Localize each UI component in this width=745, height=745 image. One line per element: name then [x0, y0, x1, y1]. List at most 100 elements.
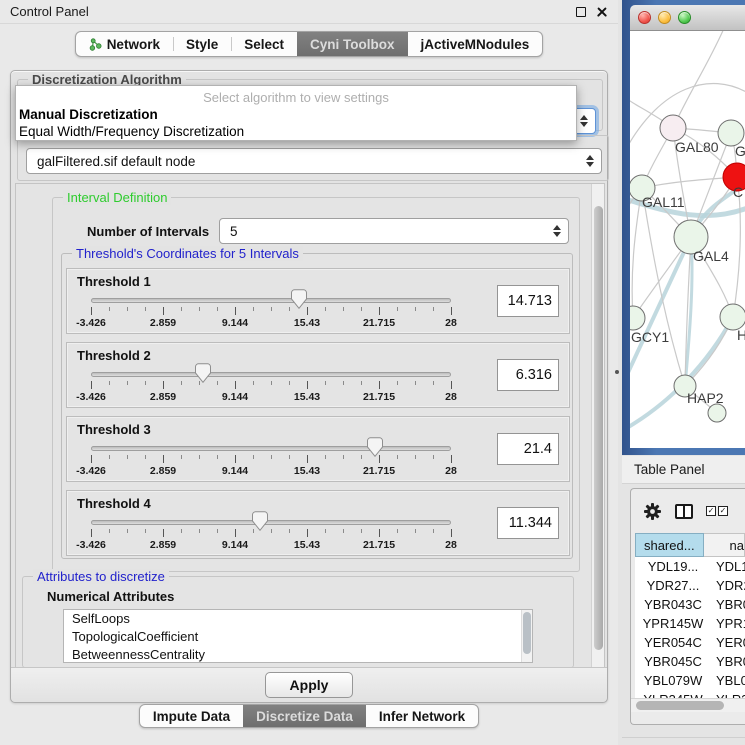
attributes-group-title: Attributes to discretize	[33, 569, 169, 584]
table-row[interactable]: YDR27...YDR2	[635, 576, 745, 595]
network-view-canvas[interactable]: GAL80GACGAL11GAL4GCY1HHAP2	[630, 31, 745, 448]
close-traffic-light-icon[interactable]	[638, 11, 651, 24]
tab-label: Impute Data	[153, 709, 230, 724]
slider-track[interactable]	[91, 298, 451, 303]
slider-tick-labels: -3.4262.8599.14415.4321.71528	[91, 317, 451, 329]
network-node[interactable]	[660, 115, 686, 141]
columns-icon[interactable]	[675, 504, 693, 519]
tab-select[interactable]: Select	[231, 32, 297, 56]
list-scrollbar[interactable]	[521, 610, 532, 662]
number-of-intervals-label: Number of Intervals	[87, 224, 209, 239]
list-item[interactable]: TopologicalCoefficient	[64, 628, 532, 646]
table-panel-titlebar: Table Panel	[622, 456, 745, 484]
slider-track[interactable]	[91, 446, 451, 451]
apply-button[interactable]: Apply	[265, 672, 354, 698]
tab-label: Infer Network	[379, 709, 465, 724]
tab-network[interactable]: Network	[76, 32, 173, 56]
table-row[interactable]: YER054CYER0	[635, 633, 745, 652]
tab-discretize-data[interactable]: Discretize Data	[243, 705, 366, 727]
network-canvas-svg: GAL80GACGAL11GAL4GCY1HHAP2	[630, 31, 745, 448]
threshold-value-field[interactable]: 21.4	[497, 433, 559, 465]
table-data-select[interactable]: galFiltered.sif default node	[26, 148, 602, 174]
top-tabbar: Network Style Select Cyni Toolbox jActiv…	[0, 31, 618, 57]
tab-infer-network[interactable]: Infer Network	[366, 705, 478, 727]
network-node-label: GAL80	[675, 139, 719, 155]
interval-definition-group: Interval Definition Number of Intervals …	[52, 197, 580, 572]
numerical-attributes-list[interactable]: SelfLoopsTopologicalCoefficientBetweenne…	[63, 609, 533, 663]
dropdown-option-equal-width[interactable]: Equal Width/Frequency Discretization	[19, 124, 244, 139]
table-row[interactable]: YBR043CYBR0	[635, 595, 745, 614]
thresholds-group: Threshold's Coordinates for 5 Intervals …	[61, 253, 573, 559]
settings-scrollbar[interactable]	[591, 184, 604, 668]
tab-jactivemnodules[interactable]: jActiveMNodules	[408, 32, 543, 56]
number-of-intervals-value: 5	[230, 224, 550, 239]
threshold-label: Threshold 4	[77, 496, 151, 511]
node-table: shared... na YDL19...YDL1YDR27...YDR2YBR…	[635, 533, 745, 698]
slider-tick-labels: -3.4262.8599.14415.4321.71528	[91, 391, 451, 403]
apply-bar: Apply	[11, 667, 607, 702]
network-window-titlebar	[630, 5, 745, 31]
table-row[interactable]: YLR345WYLR3	[635, 690, 745, 698]
table-row[interactable]: YBL079WYBL0	[635, 671, 745, 690]
checkbox-icon: ✓	[706, 506, 716, 516]
network-node[interactable]	[630, 306, 645, 330]
threshold-value-field[interactable]: 14.713	[497, 285, 559, 317]
dropdown-hint: Select algorithm to view settings	[16, 90, 576, 105]
network-node-label: GCY1	[631, 329, 669, 345]
network-desktop: GAL80GACGAL11GAL4GCY1HHAP2	[622, 0, 745, 455]
threshold-value-field[interactable]: 6.316	[497, 359, 559, 391]
table-data-group: Table Data galFiltered.sif default node	[17, 135, 609, 181]
network-node-label: GA	[735, 143, 745, 159]
table-toolbar: ✓ ✓	[631, 489, 745, 533]
control-panel-titlebar: Control Panel	[0, 0, 618, 24]
zoom-traffic-light-icon[interactable]	[678, 11, 691, 24]
slider-track[interactable]	[91, 372, 451, 377]
threshold-slider: Threshold 3 -3.4262.8599.14415.4321.7152…	[66, 416, 570, 482]
slider-ruler	[91, 381, 451, 389]
float-window-icon[interactable]	[576, 7, 586, 17]
threshold-slider: Threshold 2 -3.4262.8599.14415.4321.7152…	[66, 342, 570, 408]
tab-label: Cyni Toolbox	[310, 37, 395, 52]
tab-cyni-toolbox[interactable]: Cyni Toolbox	[297, 32, 408, 56]
tab-label: Network	[107, 37, 160, 52]
table-header-row: shared... na	[635, 533, 745, 557]
checkbox-icons[interactable]: ✓ ✓	[706, 506, 728, 516]
table-row[interactable]: YBR045CYBR0	[635, 652, 745, 671]
algorithm-dropdown-popup: Select algorithm to view settings Manual…	[15, 85, 577, 141]
minimize-traffic-light-icon[interactable]	[658, 11, 671, 24]
table-h-scrollbar[interactable]	[631, 698, 745, 712]
threshold-slider: Threshold 1 -3.4262.8599.14415.4321.7152…	[66, 268, 570, 334]
network-node[interactable]	[708, 404, 726, 422]
column-header-shared-name[interactable]: shared...	[635, 533, 704, 557]
gear-icon[interactable]	[643, 502, 662, 521]
threshold-label: Threshold 3	[77, 422, 151, 437]
threshold-label: Threshold 2	[77, 348, 151, 363]
stepper-icon	[577, 115, 591, 127]
app-root: Control Panel Network Style	[0, 0, 745, 745]
stepper-icon	[583, 155, 597, 167]
tab-style[interactable]: Style	[173, 32, 231, 56]
thresholds-group-title: Threshold's Coordinates for 5 Intervals	[72, 246, 303, 261]
tab-impute-data[interactable]: Impute Data	[140, 705, 243, 727]
close-icon[interactable]	[596, 6, 608, 18]
column-header-name[interactable]: na	[704, 533, 745, 557]
threshold-label: Threshold 1	[77, 274, 151, 289]
splitter-handle[interactable]	[615, 370, 619, 374]
status-divider	[622, 737, 745, 738]
slider-tick-labels: -3.4262.8599.14415.4321.71528	[91, 465, 451, 477]
attributes-group: Attributes to discretize Numerical Attri…	[22, 576, 574, 668]
slider-track[interactable]	[91, 520, 451, 525]
table-row[interactable]: YDL19...YDL1	[635, 557, 745, 576]
list-item[interactable]: BetweennessCentrality	[64, 646, 532, 663]
dropdown-option-manual[interactable]: Manual Discretization	[19, 107, 158, 122]
network-node-label: C	[733, 184, 743, 200]
tab-label: jActiveMNodules	[421, 37, 530, 52]
table-data-value: galFiltered.sif default node	[37, 154, 583, 169]
number-of-intervals-select[interactable]: 5	[219, 218, 569, 244]
checkbox-icon: ✓	[718, 506, 728, 516]
node-table-window: ✓ ✓ shared... na YDL19...YDL1YDR27...YDR…	[630, 488, 745, 725]
threshold-value-field[interactable]: 11.344	[497, 507, 559, 539]
table-row[interactable]: YPR145WYPR1	[635, 614, 745, 633]
list-item[interactable]: SelfLoops	[64, 610, 532, 628]
stepper-icon	[550, 225, 564, 237]
